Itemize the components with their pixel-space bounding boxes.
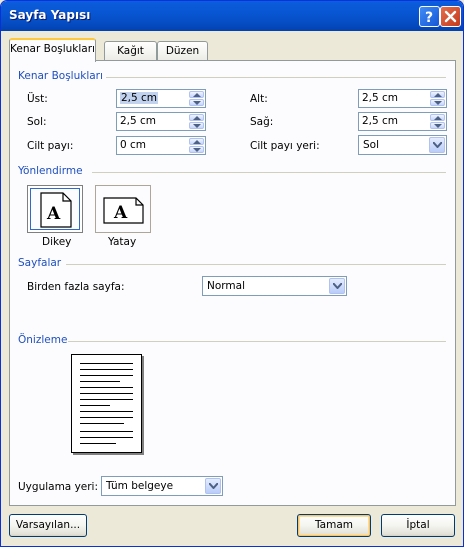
gutter-spinner[interactable]: 0 cm [116,136,206,155]
default-button[interactable]: Varsayılan... [9,514,87,537]
right-margin-spinner[interactable]: 2,5 cm [358,112,447,131]
preview-line [80,399,133,400]
portrait-page-icon: A [40,192,72,228]
margins-divider [106,77,446,78]
right-margin-arrows [430,114,445,129]
top-margin-value[interactable]: 2,5 cm [120,92,159,104]
page-preview [71,354,142,453]
spin-down-icon[interactable] [430,99,445,106]
preview-line [80,387,133,388]
spin-up-icon[interactable] [430,91,445,98]
landscape-option[interactable]: A [95,185,151,233]
orientation-section-title: Yönlendirme [18,165,83,177]
spin-down-icon[interactable] [189,146,204,153]
tab-paper-label: Kağıt [117,45,144,57]
gutter-position-value: Sol [363,139,380,151]
portrait-glyph: A [46,204,61,224]
spin-down-icon[interactable] [430,122,445,129]
preview-line [80,443,116,444]
tab-layout[interactable]: Düzen [157,41,208,61]
left-margin-label: Sol: [27,116,47,128]
help-glyph: ? [425,10,433,26]
close-button[interactable] [440,6,461,27]
bottom-margin-spinner[interactable]: 2,5 cm [358,89,447,108]
help-button[interactable]: ? [419,6,440,27]
right-margin-label: Sağ: [250,116,274,128]
ok-button-label: Tamam [314,519,353,531]
spin-up-icon[interactable] [189,91,204,98]
left-margin-value[interactable]: 2,5 cm [120,115,156,127]
gutter-value[interactable]: 0 cm [120,139,146,151]
orientation-divider [92,172,446,173]
preview-line [80,423,124,424]
preview-section-title: Önizleme [18,334,68,346]
left-margin-arrows [189,114,204,129]
bottom-margin-value[interactable]: 2,5 cm [362,92,398,104]
tab-layout-label: Düzen [165,45,200,57]
close-icon [444,10,457,23]
chevron-down-icon[interactable] [329,278,345,294]
tab-margins-label: Kenar Boşlukları [10,43,95,55]
preview-line [80,431,133,432]
page-setup-dialog: Sayfa Yapısı ? Kenar Boşlukları Kağıt Dü… [0,0,464,547]
apply-to-select[interactable]: Tüm belgeye [101,476,223,496]
preview-line [80,375,133,376]
apply-to-value: Tüm belgeye [106,480,174,492]
preview-line [80,437,133,438]
top-margin-label: Üst: [27,93,48,105]
preview-divider [68,341,446,342]
tab-paper[interactable]: Kağıt [104,41,157,61]
help-icon: ? [425,10,433,26]
bottom-margin-arrows [430,91,445,106]
gutter-position-select[interactable]: Sol [358,135,447,155]
landscape-page-icon: A [103,197,144,224]
pages-divider [66,264,446,265]
cancel-button[interactable]: İptal [381,514,455,537]
spin-up-icon[interactable] [430,114,445,121]
pages-section-title: Sayfalar [18,257,62,269]
window-title: Sayfa Yapısı [9,8,91,22]
spin-up-icon[interactable] [189,138,204,145]
preview-line [80,405,110,406]
landscape-glyph: A [113,203,128,223]
left-margin-spinner[interactable]: 2,5 cm [116,112,206,131]
spin-up-icon[interactable] [189,114,204,121]
preview-line [80,411,133,412]
landscape-label[interactable]: Yatay [108,236,136,248]
preview-line [80,393,133,394]
gutter-position-label: Cilt payı yeri: [250,140,320,152]
tab-strip: Kenar Boşlukları Kağıt Düzen [9,38,455,62]
tab-panel-margins: Kenar Boşlukları Üst: 2,5 cm Alt: 2,5 cm… [9,60,456,506]
multiple-pages-select[interactable]: Normal [202,276,347,296]
chevron-down-icon[interactable] [429,137,445,153]
gutter-label: Cilt payı: [27,140,74,152]
spin-down-icon[interactable] [189,99,204,106]
multiple-pages-value: Normal [207,280,245,292]
ok-button[interactable]: Tamam [297,514,371,537]
right-margin-value[interactable]: 2,5 cm [362,115,398,127]
margins-section-title: Kenar Boşlukları [18,70,103,82]
preview-line [80,363,133,364]
apply-to-label: Uygulama yeri: [18,481,99,493]
preview-line [80,369,133,370]
top-margin-spinner[interactable]: 2,5 cm [116,89,206,108]
gutter-arrows [189,138,204,153]
chevron-down-icon[interactable] [205,478,221,494]
preview-line [80,381,120,382]
multiple-pages-label: Birden fazla sayfa: [27,281,125,293]
tab-margins[interactable]: Kenar Boşlukları [9,38,96,62]
portrait-label[interactable]: Dikey [42,236,71,248]
default-button-label: Varsayılan... [15,519,81,531]
top-margin-arrows [189,91,204,106]
preview-line [80,417,133,418]
spin-down-icon[interactable] [189,122,204,129]
title-bar[interactable]: Sayfa Yapısı ? [1,1,463,31]
cancel-button-label: İptal [406,519,430,531]
portrait-option[interactable]: A [27,185,83,233]
bottom-margin-label: Alt: [250,93,268,105]
